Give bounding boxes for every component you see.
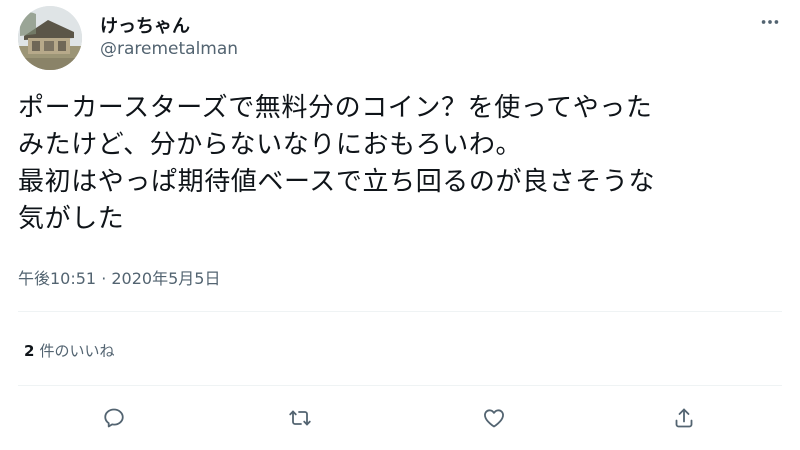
tweet-text-line: ポーカースターズで無料分のコイン？を使ってやった <box>18 93 653 123</box>
reply-button[interactable] <box>94 398 134 438</box>
like-icon <box>484 409 504 428</box>
action-bar <box>0 398 800 438</box>
divider <box>18 311 782 312</box>
tweet-text-line: 最初はやっぱ期待値ベースで立ち回るのが良さそうな <box>18 167 656 197</box>
display-name[interactable]: けっちゃん <box>100 12 190 38</box>
tweet-text: ポーカースターズで無料分のコイン？を使ってやった みたけど、分からないなりにおも… <box>18 90 788 238</box>
likes-label: 件のいいね <box>39 342 115 360</box>
user-handle[interactable]: @raremetalman <box>100 39 238 59</box>
tweet-card: けっちゃん @raremetalman ポーカースターズで無料分のコイン？を使っ… <box>0 0 800 450</box>
tweet-text-line: みたけど、分からないなりにおもろいわ。 <box>18 130 523 160</box>
retweet-button[interactable] <box>280 398 320 438</box>
likes-count: 2 <box>24 342 35 360</box>
share-icon <box>675 408 693 428</box>
tweet-timestamp[interactable]: 午後10:51 · 2020年5月5日 <box>18 265 220 289</box>
avatar[interactable] <box>18 6 82 70</box>
divider <box>18 385 782 386</box>
house-photo-icon <box>18 6 82 70</box>
share-button[interactable] <box>664 398 704 438</box>
likes-stat[interactable]: 2 件のいいね <box>18 340 114 361</box>
like-button[interactable] <box>474 398 514 438</box>
retweet-icon <box>289 410 311 426</box>
tweet-text-line: 気がした <box>18 204 125 234</box>
more-options-icon[interactable] <box>758 10 782 34</box>
reply-icon <box>104 408 124 428</box>
